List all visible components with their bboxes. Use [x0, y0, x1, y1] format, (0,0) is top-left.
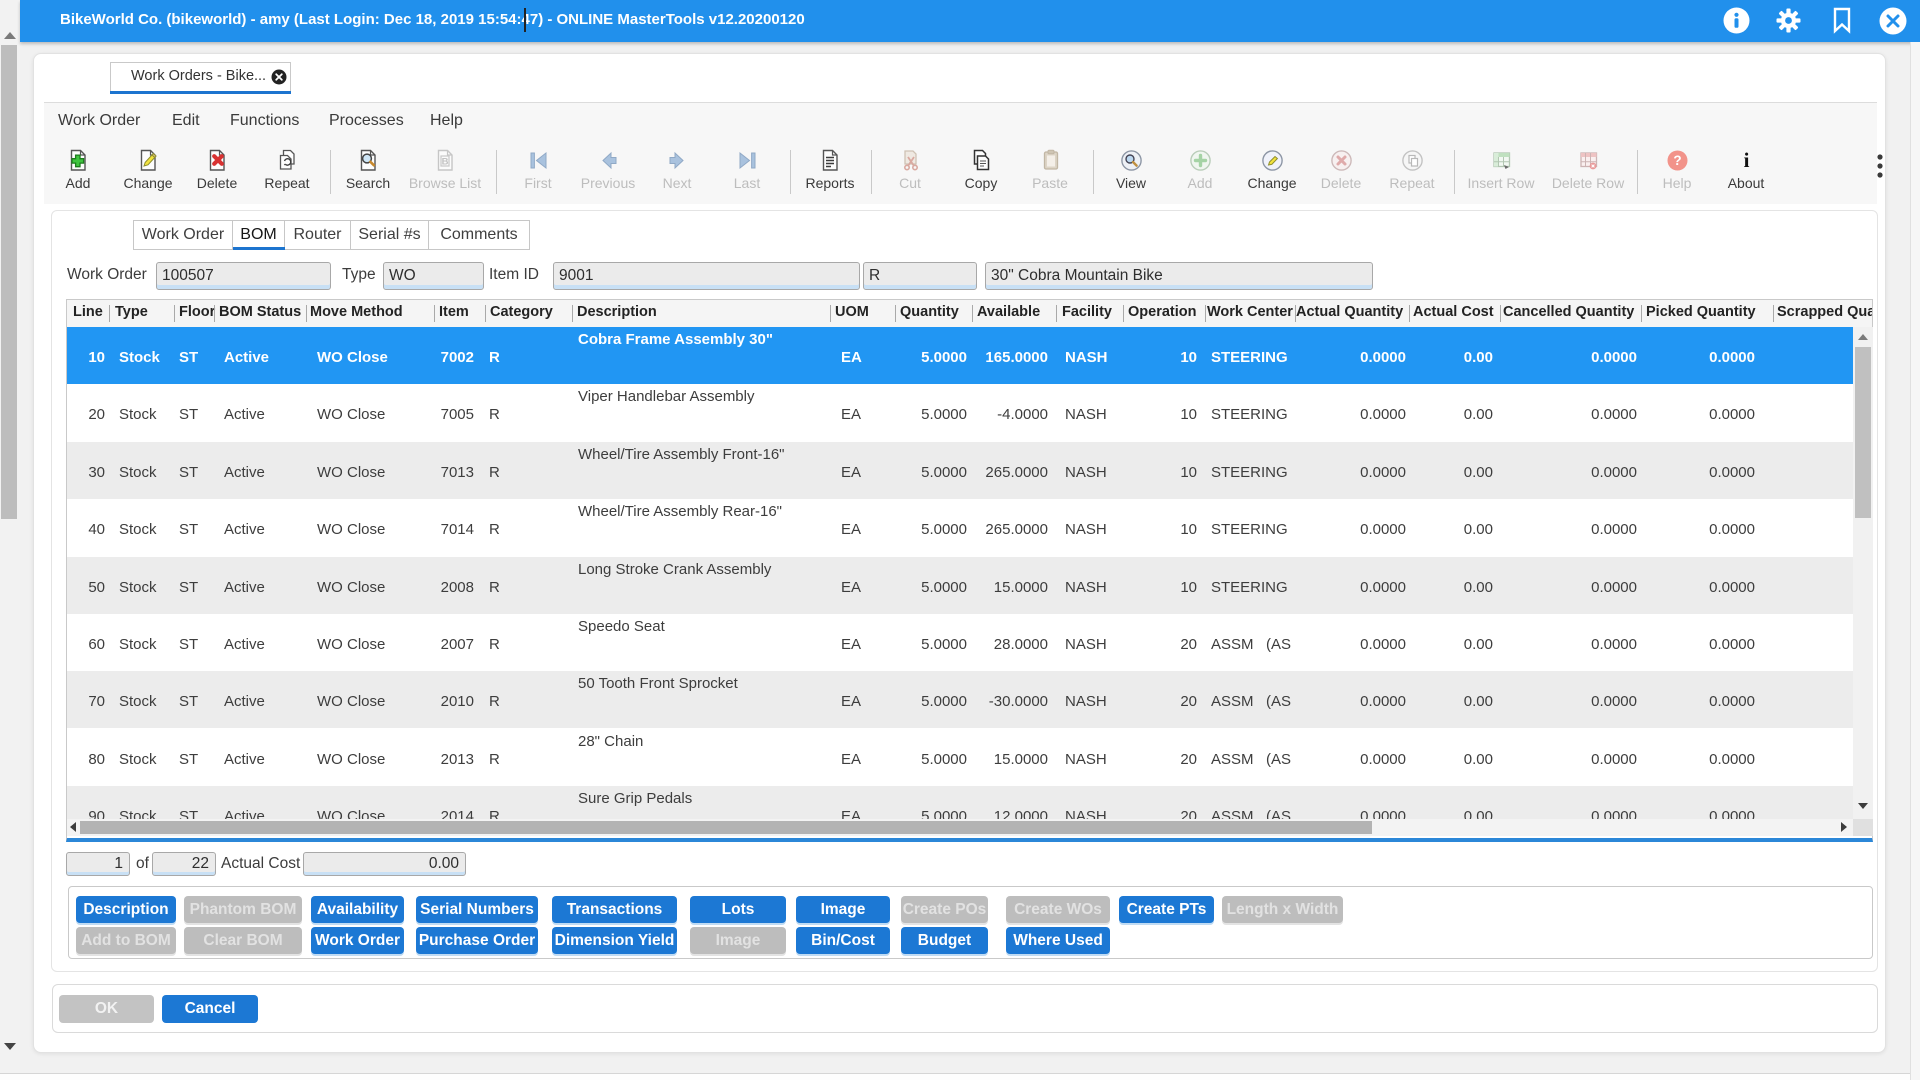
svg-text:i: i: [1743, 149, 1749, 172]
svg-text:B: B: [441, 156, 448, 167]
svg-text:?: ?: [1673, 153, 1681, 168]
